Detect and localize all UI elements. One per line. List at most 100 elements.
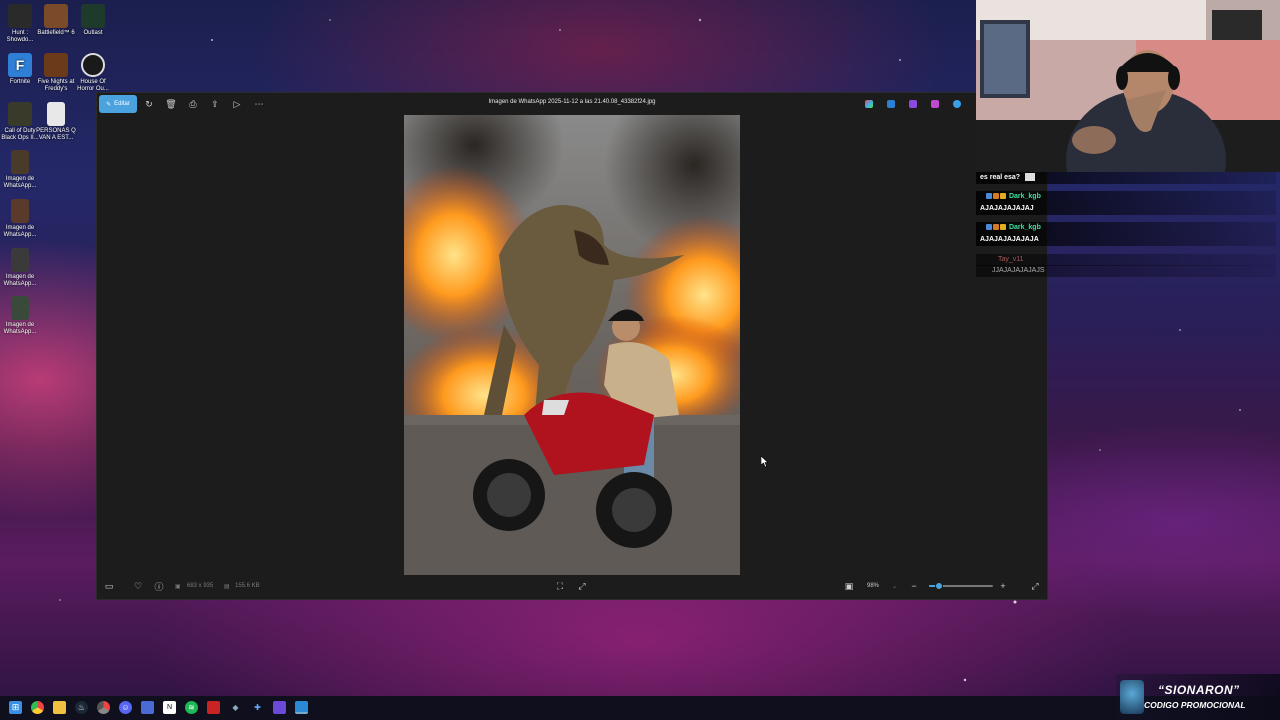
zoom-fit-icon[interactable]: ▣ bbox=[843, 580, 855, 592]
desktop-icon-cod[interactable]: Call of Duty Black Ops II... bbox=[0, 102, 40, 142]
streaming-icon[interactable] bbox=[273, 701, 286, 714]
file-explorer-icon[interactable] bbox=[53, 701, 66, 714]
badge-icon bbox=[986, 193, 992, 200]
discord-icon[interactable]: ☺ bbox=[119, 701, 132, 714]
gamepad-icon[interactable]: ✚ bbox=[251, 701, 264, 714]
edit-button[interactable]: ✎ Editar bbox=[99, 95, 137, 113]
photos-app-icon[interactable] bbox=[295, 701, 308, 714]
cod-icon bbox=[8, 102, 32, 126]
zoom-level[interactable]: 98% bbox=[867, 583, 879, 589]
vpn-icon[interactable]: ◆ bbox=[229, 701, 242, 714]
designer-icon[interactable] bbox=[887, 100, 895, 108]
onedrive-icon[interactable] bbox=[953, 100, 961, 108]
desktop-icon-label: Imagen de WhatsApp... bbox=[3, 176, 37, 189]
house-of-horror-icon bbox=[81, 53, 105, 77]
desktop-icon-label: Outlast bbox=[83, 30, 103, 36]
hunt-icon bbox=[8, 4, 32, 28]
chat-message: es real esa? bbox=[976, 172, 1276, 184]
desktop-icon-whatsapp-image-2[interactable]: Imagen de WhatsApp... bbox=[0, 199, 40, 239]
messages-icon[interactable] bbox=[141, 701, 154, 714]
desktop-icon-label: Battlefield™ 6 bbox=[37, 30, 75, 36]
spotify-icon[interactable]: ≋ bbox=[185, 701, 198, 714]
desktop-icon-battlefield[interactable]: Battlefield™ 6 bbox=[36, 4, 76, 37]
desktop-icon-label: Imagen de WhatsApp... bbox=[3, 225, 37, 238]
chat-message-text: JJAJAJAJAJAJS bbox=[992, 267, 1045, 274]
promo-caption: CODIGO PROMOCIONAL bbox=[1144, 700, 1246, 710]
desktop-icon-label: House Of Horror Ou... bbox=[77, 79, 109, 92]
badge-icon bbox=[986, 224, 992, 231]
zoom-in-icon[interactable]: + bbox=[997, 580, 1009, 592]
badge-icon bbox=[1000, 193, 1006, 200]
window-title: Imagen de WhatsApp 2025-11-12 a las 21.4… bbox=[488, 99, 656, 105]
rotate-icon[interactable]: ↻ bbox=[143, 98, 155, 110]
info-icon[interactable]: ⓘ bbox=[153, 580, 165, 592]
start-icon[interactable]: ⊞ bbox=[9, 701, 22, 714]
copilot-icon[interactable] bbox=[865, 100, 873, 108]
filmstrip-icon[interactable]: ▭ bbox=[103, 580, 115, 592]
desktop-icon-hunt[interactable]: Hunt : Showdo... bbox=[0, 4, 40, 44]
favorite-icon[interactable]: ♡ bbox=[132, 580, 144, 592]
fullscreen-icon[interactable]: ⤢ bbox=[1029, 580, 1041, 592]
delete-icon[interactable]: 🗑 bbox=[165, 98, 177, 110]
slideshow-icon[interactable]: ▷ bbox=[231, 98, 243, 110]
desktop-icon-text-file[interactable]: PERSONAS Q VAN A EST... bbox=[36, 102, 76, 142]
badge-icon bbox=[993, 193, 999, 200]
desktop-icon-fnaf[interactable]: Five Nights at Freddy's bbox=[36, 53, 76, 93]
battlefield-icon bbox=[44, 4, 68, 28]
chat-message-text: es real esa? bbox=[980, 174, 1021, 181]
steam-icon[interactable]: ♨ bbox=[75, 701, 88, 714]
desktop-icon-outlast[interactable]: Outlast bbox=[73, 4, 113, 37]
text-file-icon bbox=[47, 102, 65, 126]
desktop-icon-label: PERSONAS Q VAN A EST... bbox=[36, 128, 76, 141]
file-size: 155.6 KB bbox=[235, 583, 260, 589]
actual-size-icon[interactable]: ⤢ bbox=[576, 580, 588, 592]
badge-icon bbox=[1000, 224, 1006, 231]
stream-chat: es real esa? Dark_kgb AJAJAJAJAJAJ Dark_… bbox=[976, 172, 1280, 282]
desktop-icon-fortnite[interactable]: F Fortnite bbox=[0, 53, 40, 86]
zoom-slider-knob[interactable] bbox=[934, 582, 943, 590]
chat-message: AJAJAJAJAJAJA bbox=[976, 234, 1276, 246]
fortnite-icon: F bbox=[8, 53, 32, 77]
viewer-bottom-bar: ▭ ♡ ⓘ ▣ 683 x 935 ▤ 155.6 KB ⛶ ⤢ ▣ 98% ⌄… bbox=[97, 573, 1049, 599]
video-app-icon[interactable] bbox=[207, 701, 220, 714]
dimensions-icon: ▣ bbox=[175, 584, 181, 590]
chat-message-text: AJAJAJAJAJAJ bbox=[980, 205, 1034, 212]
promo-logo bbox=[1120, 680, 1144, 714]
fnaf-icon bbox=[44, 53, 68, 77]
chrome-icon[interactable] bbox=[31, 701, 44, 714]
desktop-icon-house-of-horror[interactable]: House Of Horror Ou... bbox=[73, 53, 113, 93]
chat-username[interactable]: Dark_kgb bbox=[1009, 193, 1041, 200]
viewer-toolbar: ✎ Editar ↻ 🗑 ⎙ ⇪ ▷ ⋯ Imagen de WhatsApp … bbox=[97, 93, 1049, 115]
terminal-icon[interactable]: N bbox=[163, 701, 176, 714]
desktop-icon-whatsapp-image-1[interactable]: Imagen de WhatsApp... bbox=[0, 150, 40, 190]
file-size-icon: ▤ bbox=[224, 584, 230, 590]
clipchamp-icon[interactable] bbox=[909, 100, 917, 108]
fit-to-window-icon[interactable]: ⛶ bbox=[554, 580, 566, 592]
more-options-icon[interactable]: ⋯ bbox=[253, 98, 265, 110]
print-icon[interactable]: ⎙ bbox=[187, 98, 199, 110]
outlast-icon bbox=[81, 4, 105, 28]
share-icon[interactable]: ⇪ bbox=[209, 98, 221, 110]
chat-message-text: AJAJAJAJAJAJA bbox=[980, 236, 1039, 243]
badge-icon bbox=[993, 224, 999, 231]
taskbar: ⊞ ♨ ☺ N ≋ ◆ ✚ bbox=[0, 696, 1280, 720]
chrome-alt-icon[interactable] bbox=[97, 701, 110, 714]
edit-icon: ✎ bbox=[106, 101, 112, 108]
displayed-photo bbox=[404, 115, 740, 575]
paint-icon[interactable] bbox=[931, 100, 939, 108]
desktop-icon-whatsapp-image-3[interactable]: Imagen de WhatsApp... bbox=[0, 248, 40, 288]
desktop-icon-label: Five Nights at Freddy's bbox=[37, 79, 75, 92]
image-file-icon bbox=[11, 199, 29, 223]
zoom-out-icon[interactable]: − bbox=[908, 580, 920, 592]
chat-username[interactable]: Dark_kgb bbox=[1009, 224, 1041, 231]
zoom-slider[interactable] bbox=[929, 582, 993, 590]
image-file-icon bbox=[11, 248, 29, 272]
chat-message: Dark_kgb bbox=[976, 191, 1276, 203]
chat-message: AJAJAJAJAJAJ bbox=[976, 203, 1276, 215]
chat-message: JJAJAJAJAJAJS bbox=[976, 265, 1276, 277]
chevron-down-icon[interactable]: ⌄ bbox=[892, 583, 897, 590]
image-dimensions: 683 x 935 bbox=[187, 583, 214, 589]
image-file-icon bbox=[11, 150, 29, 174]
desktop-icon-whatsapp-image-4[interactable]: Imagen de WhatsApp... bbox=[0, 296, 40, 336]
chat-username[interactable]: Tay_v11 bbox=[998, 256, 1024, 263]
